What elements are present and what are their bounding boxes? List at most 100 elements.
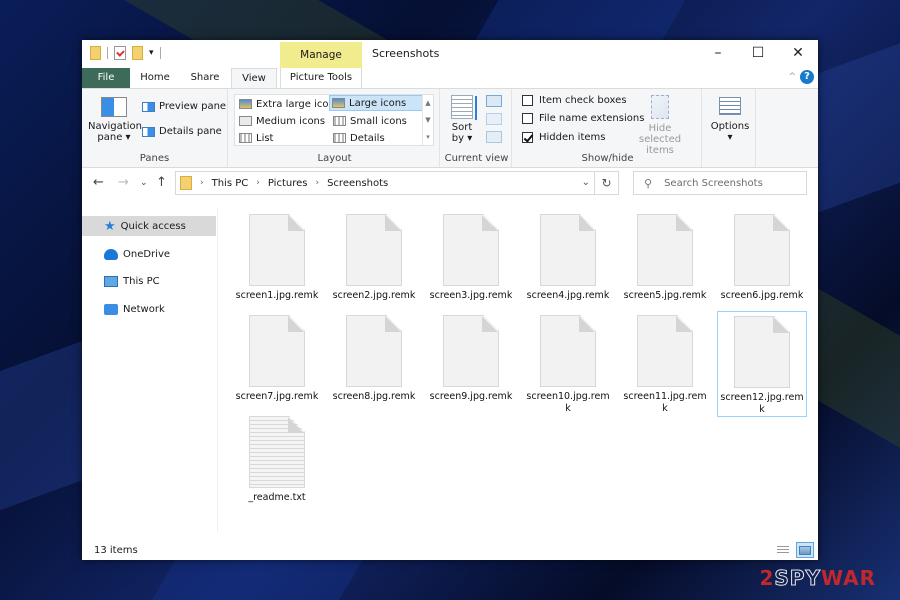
maximize-button[interactable]: ☐ bbox=[738, 40, 778, 66]
back-arrow-icon[interactable]: ← bbox=[93, 175, 104, 190]
file-name-extensions-checkbox[interactable] bbox=[522, 113, 533, 124]
file-item[interactable]: screen1.jpg.remk bbox=[232, 210, 322, 302]
file-item[interactable]: screen7.jpg.remk bbox=[232, 311, 322, 403]
sidebar-item-label: Network bbox=[123, 303, 165, 315]
sort-by-button[interactable]: Sort by ▾ bbox=[448, 95, 477, 144]
file-item[interactable]: screen12.jpg.remk bbox=[717, 311, 807, 417]
tab-file[interactable]: File bbox=[82, 68, 130, 88]
item-check-boxes-checkbox[interactable] bbox=[522, 95, 533, 106]
help-icon[interactable]: ? bbox=[800, 70, 814, 84]
sidebar-item-this-pc[interactable]: This PC bbox=[82, 271, 216, 291]
details-view-icon bbox=[777, 545, 789, 555]
file-item[interactable]: screen2.jpg.remk bbox=[329, 210, 419, 302]
window-title: Screenshots bbox=[372, 47, 440, 60]
layout-details[interactable]: Details bbox=[331, 130, 387, 146]
scroll-up-icon[interactable]: ▲ bbox=[423, 99, 433, 107]
group-label-panes: Panes bbox=[139, 153, 170, 164]
blank-file-icon bbox=[346, 315, 402, 387]
divider bbox=[159, 47, 161, 59]
collapse-ribbon-icon[interactable]: ^ bbox=[788, 72, 796, 82]
minimize-button[interactable]: – bbox=[698, 40, 738, 66]
details-pane-icon bbox=[142, 126, 155, 137]
close-button[interactable]: ✕ bbox=[778, 40, 818, 66]
text-file-icon bbox=[249, 416, 305, 488]
file-item[interactable]: screen3.jpg.remk bbox=[426, 210, 516, 302]
recent-locations-icon[interactable]: ⌄ bbox=[140, 178, 148, 188]
details-pane-button[interactable]: Details pane bbox=[142, 126, 222, 137]
new-folder-icon[interactable] bbox=[132, 46, 143, 60]
ribbon: Navigation pane ▾ Preview pane Details p… bbox=[82, 88, 818, 168]
tab-home[interactable]: Home bbox=[132, 68, 178, 88]
scroll-down-icon[interactable]: ▼ bbox=[423, 116, 433, 124]
tab-picture-tools[interactable]: Picture Tools bbox=[280, 68, 362, 88]
file-item[interactable]: _readme.txt bbox=[232, 412, 322, 504]
blank-file-icon bbox=[346, 214, 402, 286]
preview-pane-button[interactable]: Preview pane bbox=[142, 101, 226, 112]
breadcrumb-this-pc[interactable]: This PC bbox=[212, 178, 249, 189]
breadcrumb-pictures[interactable]: Pictures bbox=[268, 178, 308, 189]
file-item[interactable]: screen4.jpg.remk bbox=[523, 210, 613, 302]
file-name: screen10.jpg.remk bbox=[526, 391, 610, 414]
search-input[interactable]: Search Screenshots bbox=[664, 178, 763, 189]
file-name: screen1.jpg.remk bbox=[235, 290, 319, 301]
size-columns-icon[interactable] bbox=[486, 131, 502, 143]
layout-label: List bbox=[256, 132, 274, 144]
navigation-pane-icon bbox=[101, 97, 127, 117]
hide-selected-items-button[interactable]: Hide selected items bbox=[630, 95, 690, 156]
tab-manage[interactable]: Manage bbox=[280, 42, 362, 68]
file-item[interactable]: screen11.jpg.remk bbox=[620, 311, 710, 415]
blank-file-icon bbox=[443, 214, 499, 286]
address-dropdown-icon[interactable]: ⌄ bbox=[582, 177, 590, 188]
address-bar[interactable]: › This PC › Pictures › Screenshots ⌄ ↻ bbox=[175, 171, 619, 195]
sidebar-item-network[interactable]: Network bbox=[82, 299, 216, 319]
layout-gallery-scroll[interactable]: ▲ ▼ ▾ bbox=[422, 95, 433, 145]
file-item[interactable]: screen5.jpg.remk bbox=[620, 210, 710, 302]
hidden-items-checkbox[interactable] bbox=[522, 132, 533, 143]
navigation-bar: ← → ⌄ ↑ › This PC › Pictures › Screensho… bbox=[82, 170, 818, 198]
refresh-icon[interactable]: ↻ bbox=[594, 172, 618, 194]
layout-medium-icons[interactable]: Medium icons bbox=[237, 113, 327, 129]
file-name: screen8.jpg.remk bbox=[332, 391, 416, 402]
breadcrumb-screenshots[interactable]: Screenshots bbox=[327, 178, 388, 189]
file-item[interactable]: screen8.jpg.remk bbox=[329, 311, 419, 403]
blank-file-icon bbox=[637, 315, 693, 387]
group-show-hide: Item check boxes File name extensions Hi… bbox=[514, 89, 702, 167]
breadcrumb-separator: › bbox=[256, 178, 260, 188]
customize-toolbar-dropdown-icon[interactable]: ▾ bbox=[149, 48, 154, 58]
hidden-items-toggle[interactable]: Hidden items bbox=[522, 132, 605, 143]
file-item[interactable]: screen9.jpg.remk bbox=[426, 311, 516, 403]
expand-gallery-icon[interactable]: ▾ bbox=[423, 133, 433, 141]
forward-arrow-icon[interactable]: → bbox=[118, 175, 129, 190]
group-by-icon[interactable] bbox=[486, 95, 502, 107]
details-view-button[interactable] bbox=[774, 542, 792, 558]
item-check-boxes-toggle[interactable]: Item check boxes bbox=[522, 95, 627, 106]
sidebar-item-onedrive[interactable]: OneDrive bbox=[82, 244, 216, 264]
search-box[interactable]: ⚲ Search Screenshots bbox=[633, 171, 807, 195]
title-bar: ▾ Manage Screenshots – ☐ ✕ bbox=[82, 40, 818, 68]
layout-list[interactable]: List bbox=[237, 130, 275, 146]
layout-extra-large-icons[interactable]: Extra large icons bbox=[237, 96, 342, 112]
file-item[interactable]: screen10.jpg.remk bbox=[523, 311, 613, 415]
navigation-pane-button[interactable]: Navigation pane ▾ bbox=[88, 95, 142, 143]
blank-file-icon bbox=[540, 315, 596, 387]
sidebar-item-quick-access[interactable]: ★ Quick access bbox=[82, 216, 216, 236]
up-arrow-icon[interactable]: ↑ bbox=[156, 175, 167, 190]
layout-small-icons[interactable]: Small icons bbox=[331, 113, 409, 129]
large-icons-view-button[interactable] bbox=[796, 542, 814, 558]
sort-by-label-2: by ▾ bbox=[451, 133, 473, 144]
options-button[interactable]: Options ▾ bbox=[710, 95, 750, 143]
folder-icon[interactable] bbox=[90, 46, 101, 60]
tab-view[interactable]: View bbox=[231, 68, 277, 89]
properties-icon[interactable] bbox=[114, 46, 126, 60]
ribbon-tabs: File Home Share View Picture Tools ^ ? bbox=[82, 68, 818, 89]
watermark-part: WAR bbox=[820, 566, 876, 590]
blank-file-icon bbox=[443, 315, 499, 387]
layout-label: Extra large icons bbox=[256, 98, 341, 110]
tab-share[interactable]: Share bbox=[182, 68, 228, 88]
layout-large-icons[interactable]: Large icons bbox=[329, 95, 423, 111]
add-columns-icon[interactable] bbox=[486, 113, 502, 125]
file-item[interactable]: screen6.jpg.remk bbox=[717, 210, 807, 302]
file-name-extensions-toggle[interactable]: File name extensions bbox=[522, 113, 644, 124]
blank-file-icon bbox=[734, 316, 790, 388]
hide-selected-label: Hide selected bbox=[638, 123, 682, 145]
